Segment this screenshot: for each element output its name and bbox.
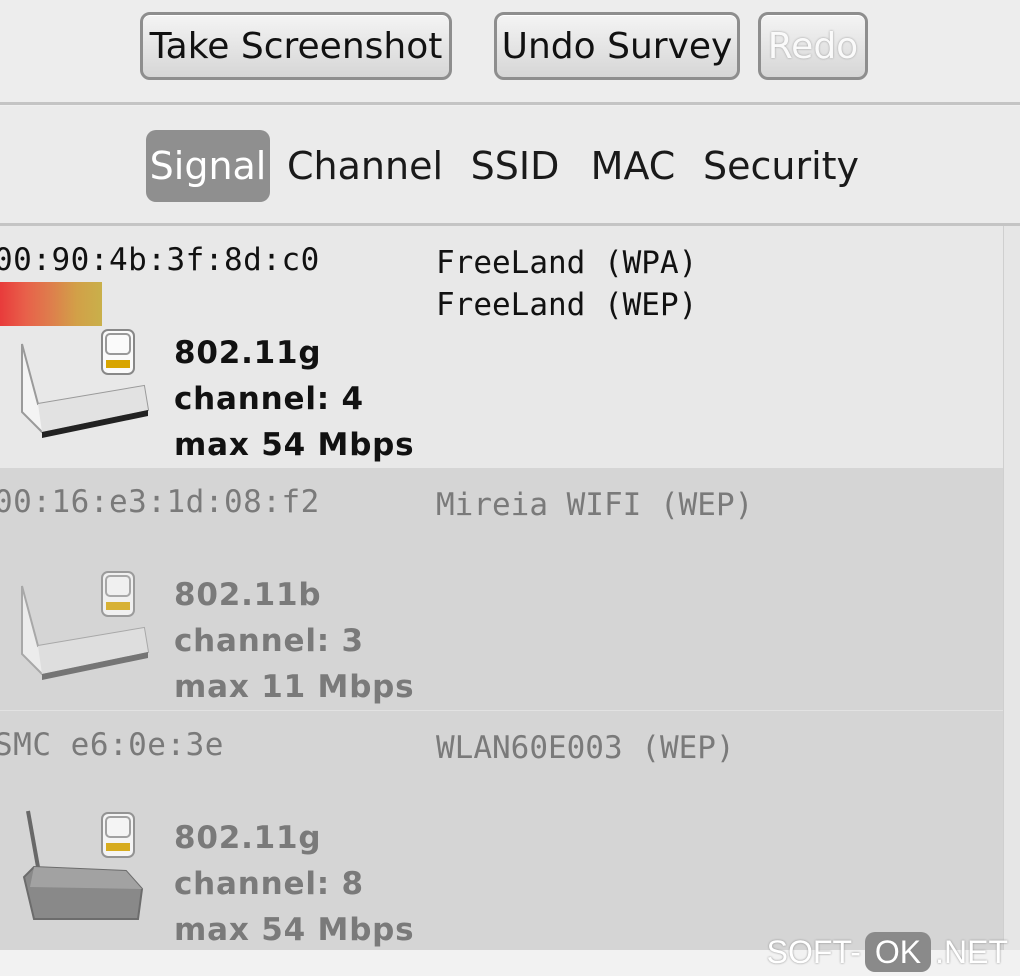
sort-bar: Signal Channel SSID MAC Security	[0, 106, 1020, 224]
ssid-label: FreeLand (WEP)	[436, 287, 698, 323]
ssid-label: Mireia WIFI (WEP)	[436, 487, 754, 523]
watermark-left: SOFT-	[766, 933, 861, 970]
network-details: 802.11g channel: 4 max 54 Mbps	[170, 330, 414, 468]
mac-address: SMC e6:0e:3e	[0, 727, 224, 763]
max-rate-label: max 54 Mbps	[174, 427, 415, 463]
sort-tab-channel[interactable]: Channel	[287, 130, 443, 202]
sort-tab-ssid[interactable]: SSID	[470, 130, 560, 202]
ssid-list: WLAN60E003 (WEP)	[436, 727, 735, 769]
ssid-label: WLAN60E003 (WEP)	[436, 730, 735, 766]
network-row[interactable]: 00:90:4b:3f:8d:c0 FreeLand (WPA) FreeLan…	[0, 226, 1004, 468]
max-rate-label: max 11 Mbps	[174, 669, 415, 705]
network-row[interactable]: SMC e6:0e:3e WLAN60E003 (WEP) 802.11g ch…	[0, 710, 1004, 951]
network-row[interactable]: 00:16:e3:1d:08:f2 Mireia WIFI (WEP) 802.…	[0, 468, 1004, 710]
network-details: 802.11b channel: 3 max 11 Mbps	[170, 572, 414, 710]
channel-label: channel: 3	[174, 623, 364, 659]
router-antenna-icon	[22, 810, 144, 920]
router-icon	[21, 329, 150, 438]
undo-survey-button[interactable]: Undo Survey	[494, 12, 740, 80]
ssid-label: FreeLand (WPA)	[436, 245, 698, 281]
signal-strength-bar	[0, 282, 102, 326]
redo-button[interactable]: Redo	[758, 12, 868, 80]
network-list: 00:90:4b:3f:8d:c0 FreeLand (WPA) FreeLan…	[0, 226, 1004, 951]
scrollbar[interactable]	[1003, 226, 1020, 950]
watermark-ok: OK	[864, 932, 932, 972]
take-screenshot-button[interactable]: Take Screenshot	[140, 12, 452, 80]
ssid-list: FreeLand (WPA) FreeLand (WEP)	[436, 242, 697, 326]
sort-tab-mac[interactable]: MAC	[590, 130, 676, 202]
wifi-standard: 802.11b	[174, 577, 322, 613]
sort-tab-security[interactable]: Security	[703, 130, 859, 202]
watermark: SOFT- OK .NET	[767, 932, 1008, 972]
watermark-right: .NET	[935, 933, 1008, 970]
network-details: 802.11g channel: 8 max 54 Mbps	[170, 815, 414, 953]
router-icon	[21, 571, 150, 680]
toolbar-divider	[0, 102, 1020, 105]
toolbar: Take Screenshot Undo Survey Redo	[0, 0, 1020, 102]
mac-address: 00:90:4b:3f:8d:c0	[0, 242, 320, 278]
max-rate-label: max 54 Mbps	[174, 912, 415, 948]
sort-tab-signal[interactable]: Signal	[146, 130, 270, 202]
wifi-standard: 802.11g	[174, 335, 322, 371]
channel-label: channel: 4	[174, 381, 364, 417]
mac-address: 00:16:e3:1d:08:f2	[0, 484, 320, 520]
ssid-list: Mireia WIFI (WEP)	[436, 484, 753, 526]
wifi-standard: 802.11g	[174, 820, 322, 856]
channel-label: channel: 8	[174, 866, 364, 902]
